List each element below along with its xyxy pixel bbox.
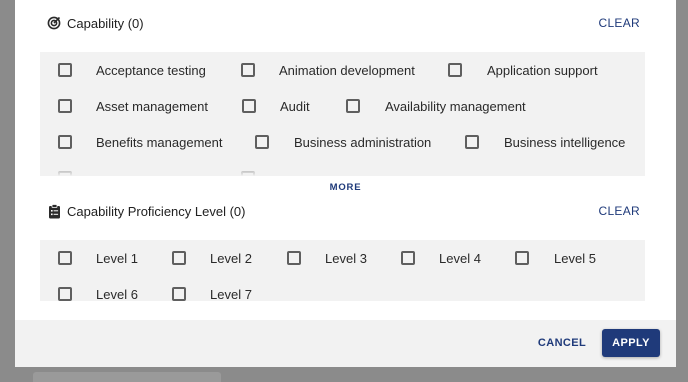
option-label: Asset management — [96, 99, 209, 114]
checkbox-level-2[interactable] — [172, 248, 186, 268]
more-button[interactable]: MORE — [15, 182, 676, 193]
option-label: Business intelligence — [504, 135, 626, 150]
option-label: Level 4 — [439, 251, 481, 266]
checkbox-business-intelligence[interactable] — [465, 132, 479, 152]
option-label: Level 2 — [210, 251, 252, 266]
capability-header: Capability (0) CLEAR — [15, 8, 676, 38]
proficiency-header: Capability Proficiency Level (0) CLEAR — [15, 196, 676, 226]
checkbox-audit[interactable] — [242, 96, 256, 116]
option-label: Level 6 — [96, 287, 138, 301]
checkbox-availability-management[interactable] — [346, 96, 360, 116]
option-row: Level 1 Level 2 Level 3 Level 4 Level 5 — [40, 248, 645, 268]
checkbox-benefits-management[interactable] — [58, 132, 72, 152]
proficiency-options-panel: Level 1 Level 2 Level 3 Level 4 Level 5 … — [40, 240, 645, 301]
checkbox-level-4[interactable] — [401, 248, 415, 268]
checkbox-level-6[interactable] — [58, 284, 72, 301]
option-label: Level 1 — [96, 251, 138, 266]
option-row: Level 6 Level 7 — [40, 284, 645, 301]
option-label: Acceptance testing — [96, 63, 206, 78]
dialog-footer: CANCEL APPLY — [15, 320, 676, 367]
option-row: Benefits management Business administrat… — [40, 132, 645, 152]
option-label: Level 3 — [325, 251, 367, 266]
checkbox-application-support[interactable] — [448, 60, 462, 80]
checkbox-level-5[interactable] — [515, 248, 529, 268]
capability-clear-button[interactable]: CLEAR — [598, 16, 640, 30]
cancel-button[interactable]: CANCEL — [533, 332, 591, 354]
checkbox-animation-development[interactable] — [241, 60, 255, 80]
clipboard-icon — [46, 203, 62, 219]
checkbox-level-1[interactable] — [58, 248, 72, 268]
target-icon — [46, 15, 62, 31]
option-label: Benefits management — [96, 135, 223, 150]
option-label: Availability management — [385, 99, 526, 114]
checkbox-level-3[interactable] — [287, 248, 301, 268]
option-label: Level 7 — [210, 287, 252, 301]
checkbox-asset-management[interactable] — [58, 96, 72, 116]
option-label: Level 5 — [554, 251, 596, 266]
checkbox-acceptance-testing[interactable] — [58, 60, 72, 80]
checkbox-level-7[interactable] — [172, 284, 186, 301]
filter-dialog: Capability (0) CLEAR Acceptance testing … — [15, 0, 676, 367]
option-label: Animation development — [279, 63, 415, 78]
apply-button[interactable]: APPLY — [602, 329, 660, 357]
option-label: Audit — [280, 99, 310, 114]
capability-title: Capability (0) — [67, 15, 144, 31]
panel-fade — [40, 160, 645, 176]
option-label: Application support — [487, 63, 598, 78]
proficiency-clear-button[interactable]: CLEAR — [598, 204, 640, 218]
option-row: Acceptance testing Animation development… — [40, 60, 645, 80]
option-row: Asset management Audit Availability mana… — [40, 96, 645, 116]
option-label: Business administration — [294, 135, 432, 150]
background-element — [33, 372, 221, 382]
checkbox-business-administration[interactable] — [255, 132, 269, 152]
proficiency-title: Capability Proficiency Level (0) — [67, 203, 246, 219]
capability-options-panel: Acceptance testing Animation development… — [40, 52, 645, 176]
